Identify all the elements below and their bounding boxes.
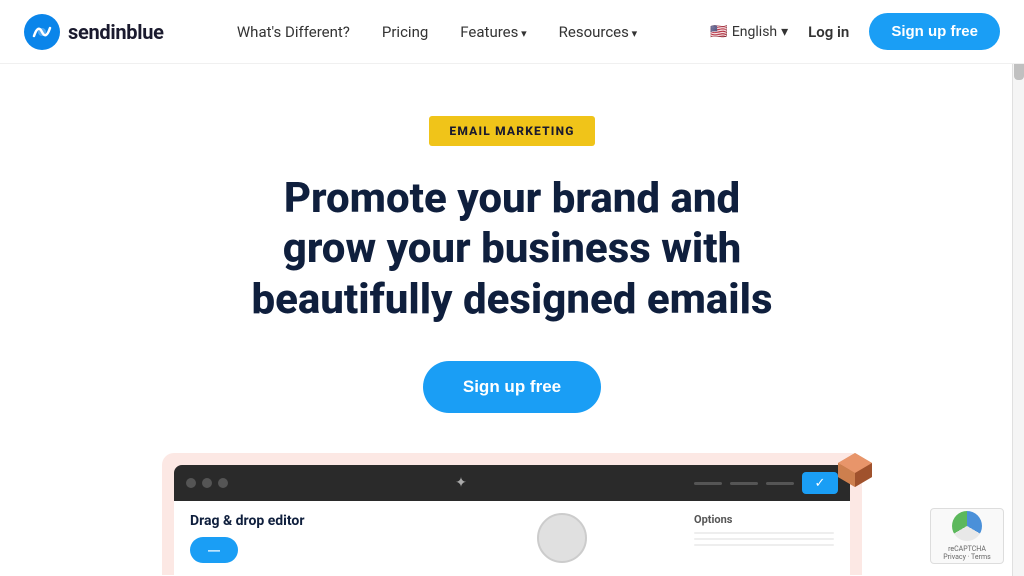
browser-dot-3 [218, 478, 228, 488]
language-selector[interactable]: 🇺🇸 English ▾ [710, 24, 788, 40]
browser-check-icon: ✓ [802, 472, 838, 494]
browser-dot-1 [186, 478, 196, 488]
nav-right: 🇺🇸 English ▾ Log in Sign up free [710, 13, 1000, 50]
editor-action-button[interactable]: — [190, 537, 238, 563]
hero-title: Promote your brand and grow your busines… [251, 174, 772, 325]
signup-button-nav[interactable]: Sign up free [869, 13, 1000, 50]
scrollbar[interactable] [1012, 0, 1024, 576]
language-label: English [732, 24, 777, 40]
avatar-placeholder [537, 513, 587, 563]
product-preview: ✦ ✓ Drag & drop editor — Options [162, 453, 862, 575]
browser-bar: ✦ ✓ [174, 465, 850, 501]
browser-dot-2 [202, 478, 212, 488]
decorative-3d-box [834, 449, 876, 491]
nav-links: What's Different? Pricing Features Resou… [237, 22, 637, 41]
nav-features[interactable]: Features [460, 23, 526, 41]
hero-section: EMAIL MARKETING Promote your brand and g… [0, 64, 1024, 575]
recaptcha-widget: reCAPTCHAPrivacy · Terms [930, 508, 1004, 564]
browser-line-2 [730, 482, 758, 485]
editor-center-panel [442, 513, 682, 563]
flag-icon: 🇺🇸 [710, 24, 727, 40]
browser-logo-icon: ✦ [455, 475, 467, 491]
browser-line-1 [694, 482, 722, 485]
options-line-3 [694, 544, 834, 546]
editor-left-panel: Drag & drop editor — [190, 513, 430, 563]
browser-dots [186, 478, 228, 488]
options-line-2 [694, 538, 834, 540]
browser-line-3 [766, 482, 794, 485]
browser-actions: ✓ [694, 472, 838, 494]
options-line-1 [694, 532, 834, 534]
nav-whats-different[interactable]: What's Different? [237, 23, 350, 41]
editor-right-panel: Options [694, 513, 834, 563]
signup-button-hero[interactable]: Sign up free [423, 361, 601, 413]
recaptcha-logo-icon [952, 511, 982, 541]
nav-pricing[interactable]: Pricing [382, 23, 428, 41]
sendinblue-logo-icon [24, 14, 60, 50]
recaptcha-text: reCAPTCHAPrivacy · Terms [943, 545, 990, 562]
editor-body: Drag & drop editor — Options [174, 501, 850, 575]
navbar: sendinblue What's Different? Pricing Fea… [0, 0, 1024, 64]
chevron-down-icon: ▾ [781, 24, 788, 40]
options-label: Options [694, 513, 834, 526]
login-link[interactable]: Log in [808, 23, 849, 41]
email-marketing-badge: EMAIL MARKETING [429, 116, 594, 146]
brand-name: sendinblue [68, 20, 164, 44]
drag-drop-label: Drag & drop editor [190, 513, 430, 529]
nav-resources[interactable]: Resources [559, 23, 638, 41]
logo[interactable]: sendinblue [24, 14, 164, 50]
